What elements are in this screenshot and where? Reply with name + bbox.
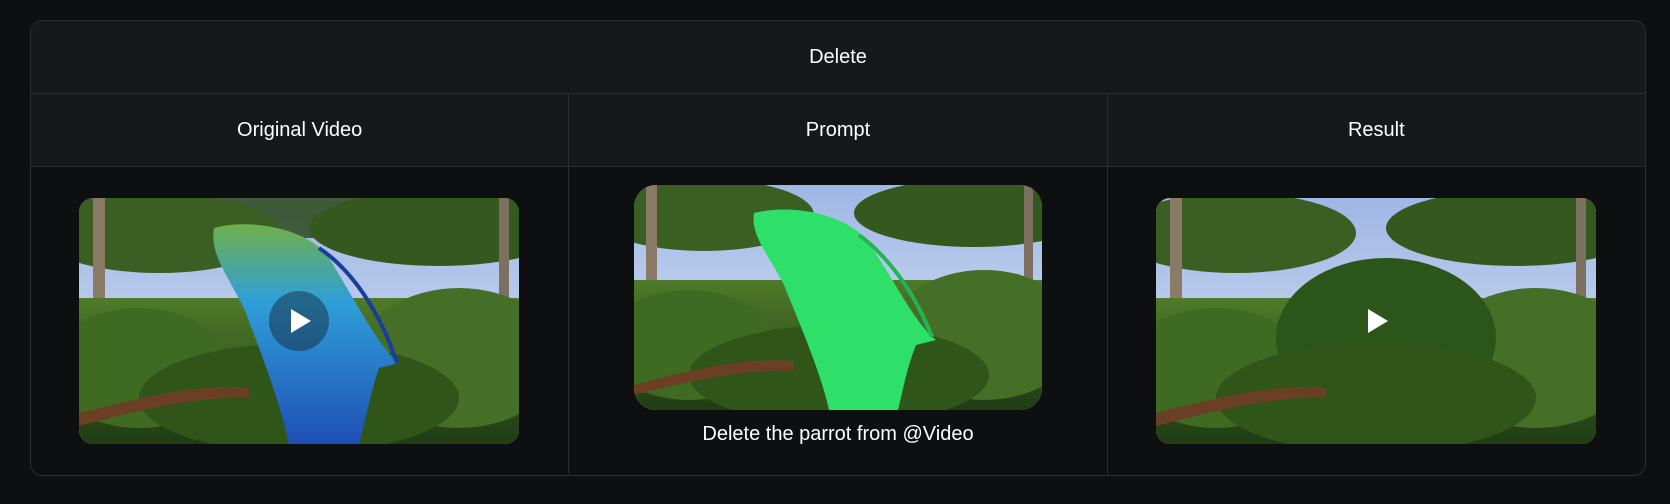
table-title: Delete <box>809 45 867 68</box>
header-original-video-label: Original Video <box>237 118 363 141</box>
header-result: Result <box>1108 94 1645 166</box>
header-prompt: Prompt <box>569 94 1108 166</box>
column-headers-row: Original Video Prompt Result <box>31 94 1645 167</box>
play-icon <box>291 309 311 333</box>
original-video-play-button[interactable] <box>269 291 329 351</box>
play-icon <box>1367 309 1388 333</box>
result-video-play-button[interactable] <box>1346 291 1406 351</box>
header-prompt-label: Prompt <box>805 118 871 141</box>
prompt-mask-thumbnail <box>634 185 1043 410</box>
result-video-player[interactable] <box>1155 198 1596 444</box>
header-result-label: Result <box>1347 118 1405 141</box>
cell-prompt: Delete the parrot from @Video <box>569 167 1108 474</box>
prompt-text: Delete the parrot from @Video <box>702 423 974 445</box>
content-row: Delete the parrot from @Video <box>31 167 1645 474</box>
original-video-player[interactable] <box>79 198 519 444</box>
cell-original-video <box>31 167 570 474</box>
table-title-row: Delete <box>31 21 1645 94</box>
prompt-mask-image <box>634 185 1043 410</box>
comparison-table: Delete Original Video Prompt Result Dele… <box>30 20 1646 476</box>
header-original-video: Original Video <box>31 94 570 166</box>
cell-result <box>1108 167 1645 474</box>
